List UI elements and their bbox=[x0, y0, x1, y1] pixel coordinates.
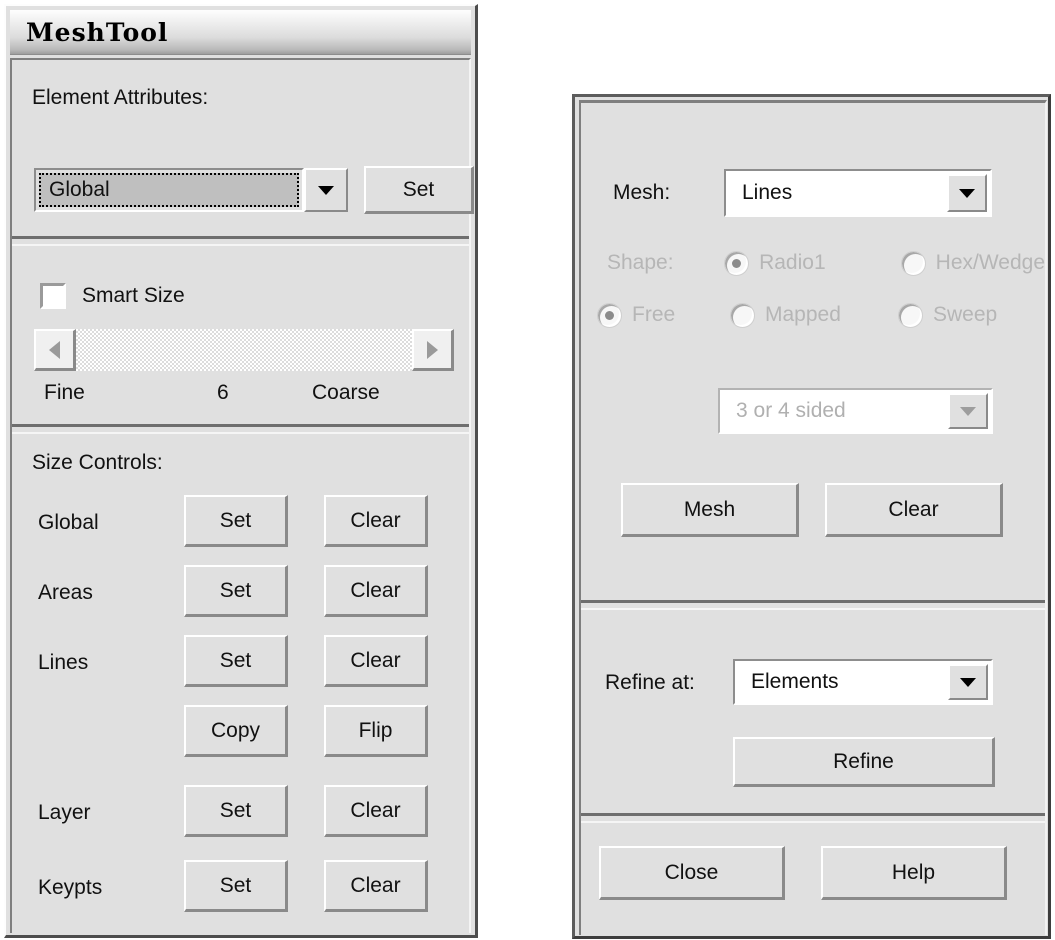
refine-at-label: Refine at: bbox=[605, 671, 695, 694]
method-option-mapped-label: Mapped bbox=[765, 303, 841, 326]
shape-label: Shape: bbox=[607, 251, 674, 274]
size-control-label-keypts: Keypts bbox=[38, 876, 103, 899]
sided-combo[interactable]: 3 or 4 sided bbox=[718, 388, 993, 434]
smart-size-label: Smart Size bbox=[82, 284, 185, 307]
shape-option-hex-wedge-label: Hex/Wedge bbox=[935, 251, 1045, 274]
mesh-combo[interactable]: Lines bbox=[724, 169, 992, 217]
mesh-combo-dropdown-button[interactable] bbox=[947, 174, 987, 212]
radio-button-sweep-icon[interactable] bbox=[898, 302, 923, 328]
areas-set-button[interactable]: Set bbox=[184, 565, 288, 617]
size-control-row-global: Global Set Clear bbox=[12, 491, 469, 563]
triangle-left-icon bbox=[49, 340, 60, 359]
lines-copy-button[interactable]: Copy bbox=[184, 705, 288, 757]
mesh-combo-value: Lines bbox=[742, 181, 793, 204]
smart-size-checkbox[interactable] bbox=[40, 283, 66, 309]
radio-button-radio1-icon[interactable] bbox=[724, 250, 750, 276]
size-control-row-layer: Layer Set Clear bbox=[12, 781, 469, 853]
method-option-sweep-label: Sweep bbox=[933, 303, 998, 326]
element-attributes-combo[interactable]: Global bbox=[34, 168, 304, 212]
refine-at-combo-dropdown-button[interactable] bbox=[948, 664, 988, 700]
method-option-free-label: Free bbox=[632, 303, 676, 326]
sided-combo-dropdown-button[interactable] bbox=[948, 393, 988, 429]
global-set-button[interactable]: Set bbox=[184, 495, 288, 547]
footer-group: Close Help bbox=[581, 818, 1045, 935]
size-control-label-layer: Layer bbox=[38, 801, 91, 824]
slider-decrement-button[interactable] bbox=[34, 329, 76, 371]
sided-combo-value: 3 or 4 sided bbox=[736, 399, 846, 422]
refine-group: Refine at: Elements Refine bbox=[581, 605, 1045, 813]
shape-option-radio1[interactable]: Radio1 bbox=[724, 250, 901, 276]
slider-coarse-label: Coarse bbox=[312, 381, 380, 404]
meshtool-upper-client-area: Element Attributes: Global Set Smart Siz… bbox=[10, 58, 474, 933]
refine-at-combo[interactable]: Elements bbox=[733, 659, 993, 705]
chevron-down-icon bbox=[960, 677, 976, 687]
mesh-clear-button[interactable]: Clear bbox=[825, 483, 1003, 537]
size-controls-heading: Size Controls: bbox=[32, 451, 163, 474]
element-attributes-combo-value: Global bbox=[39, 173, 299, 207]
meshtool-window-upper: MeshTool Element Attributes: Global Set … bbox=[4, 4, 478, 938]
refine-at-combo-value: Elements bbox=[751, 670, 839, 693]
mesh-group: Mesh: Lines Shape: Radio1 Hex/Wedge Free… bbox=[581, 103, 1045, 600]
size-control-label-lines: Lines bbox=[38, 651, 89, 674]
shape-option-hex-wedge[interactable]: Hex/Wedge bbox=[900, 250, 1045, 276]
meshtool-window-lower: Mesh: Lines Shape: Radio1 Hex/Wedge Free… bbox=[572, 94, 1051, 939]
lines-clear-button[interactable]: Clear bbox=[324, 635, 428, 687]
lines-set-button[interactable]: Set bbox=[184, 635, 288, 687]
smart-size-slider[interactable] bbox=[34, 329, 454, 371]
size-control-row-areas: Areas Set Clear bbox=[12, 561, 469, 633]
mesh-label: Mesh: bbox=[613, 181, 671, 204]
keypts-set-button[interactable]: Set bbox=[184, 860, 288, 912]
help-button[interactable]: Help bbox=[821, 846, 1007, 900]
title-bar[interactable]: MeshTool bbox=[10, 10, 471, 55]
close-button[interactable]: Close bbox=[599, 846, 785, 900]
meshtool-lower-client-area: Mesh: Lines Shape: Radio1 Hex/Wedge Free… bbox=[579, 100, 1047, 935]
mesher-method-row: Free Mapped Sweep bbox=[597, 295, 1045, 335]
size-control-row-keypts: Keypts Set Clear bbox=[12, 856, 469, 928]
lines-flip-button[interactable]: Flip bbox=[324, 705, 428, 757]
method-option-sweep[interactable]: Sweep bbox=[898, 302, 998, 328]
size-controls-group: Size Controls: Global Set Clear Areas Se… bbox=[12, 429, 469, 933]
element-attributes-dropdown-button[interactable] bbox=[304, 168, 348, 212]
window-title: MeshTool bbox=[26, 17, 169, 47]
method-option-free[interactable]: Free bbox=[597, 302, 730, 328]
size-control-row-lines: Lines Set Clear bbox=[12, 631, 469, 703]
refine-button[interactable]: Refine bbox=[733, 737, 995, 787]
size-control-label-global: Global bbox=[38, 511, 99, 534]
radio-button-hex-wedge-icon[interactable] bbox=[900, 250, 926, 276]
keypts-clear-button[interactable]: Clear bbox=[324, 860, 428, 912]
smart-size-group: Smart Size Fine 6 Coarse bbox=[12, 241, 469, 424]
chevron-down-icon bbox=[318, 185, 334, 195]
areas-clear-button[interactable]: Clear bbox=[324, 565, 428, 617]
method-option-mapped[interactable]: Mapped bbox=[730, 302, 898, 328]
layer-clear-button[interactable]: Clear bbox=[324, 785, 428, 837]
shape-row: Shape: Radio1 Hex/Wedge bbox=[607, 243, 1045, 283]
shape-option-radio1-label: Radio1 bbox=[759, 251, 826, 274]
chevron-down-icon bbox=[959, 188, 975, 198]
slider-track[interactable] bbox=[76, 329, 412, 371]
size-control-row-copy-flip: Copy Flip bbox=[12, 701, 469, 773]
triangle-right-icon bbox=[427, 340, 438, 359]
element-attributes-set-button[interactable]: Set bbox=[364, 166, 474, 214]
slider-fine-label: Fine bbox=[44, 381, 85, 404]
slider-value-label: 6 bbox=[217, 381, 229, 404]
chevron-down-icon bbox=[960, 406, 976, 416]
element-attributes-label: Element Attributes: bbox=[32, 86, 209, 109]
global-clear-button[interactable]: Clear bbox=[324, 495, 428, 547]
layer-set-button[interactable]: Set bbox=[184, 785, 288, 837]
slider-increment-button[interactable] bbox=[412, 329, 454, 371]
radio-button-mapped-icon[interactable] bbox=[730, 302, 755, 328]
size-control-label-areas: Areas bbox=[38, 581, 93, 604]
mesh-button[interactable]: Mesh bbox=[621, 483, 799, 537]
radio-button-free-icon[interactable] bbox=[597, 302, 622, 328]
smart-size-checkbox-row[interactable]: Smart Size bbox=[40, 283, 185, 309]
element-attributes-group: Element Attributes: Global Set bbox=[12, 60, 474, 236]
